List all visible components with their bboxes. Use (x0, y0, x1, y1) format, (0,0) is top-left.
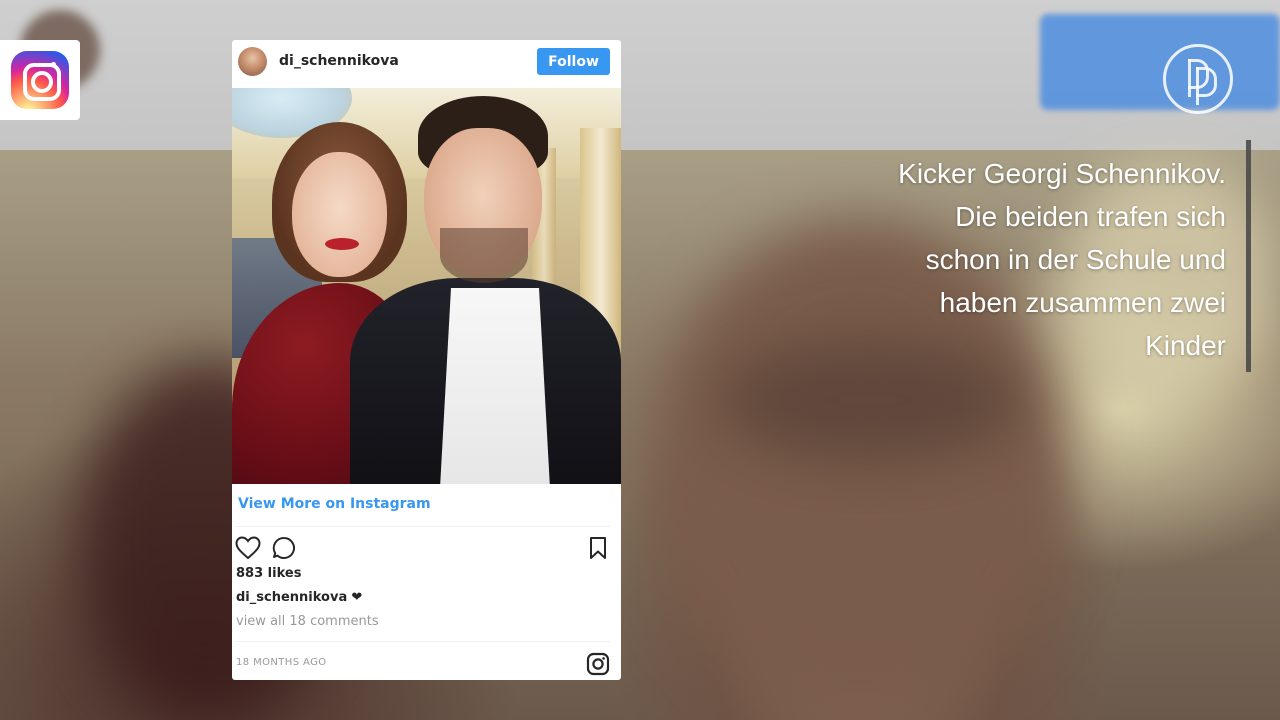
background-follow-ghost (1040, 14, 1280, 110)
divider (236, 641, 611, 642)
bookmark-icon[interactable] (584, 534, 612, 562)
follow-button[interactable]: Follow (537, 48, 610, 75)
embed-header: di_schennikova Follow (232, 40, 621, 88)
post-photo[interactable] (232, 88, 621, 484)
avatar[interactable] (238, 47, 267, 76)
view-more-link[interactable]: View More on Instagram (238, 496, 431, 512)
comment-icon[interactable] (270, 534, 298, 562)
caption-accent-bar (1246, 140, 1251, 372)
caption-username[interactable]: di_schennikova (236, 590, 347, 605)
instagram-logo-icon (11, 51, 69, 109)
video-caption: Kicker Georgi Schennikov. Die beiden tra… (846, 152, 1226, 367)
likes-count: 883 likes (236, 566, 302, 581)
username-link[interactable]: di_schennikova (279, 53, 399, 69)
caption-line: haben zusammen zwei (939, 287, 1226, 318)
post-actions (232, 534, 621, 564)
instagram-badge (0, 40, 80, 120)
instagram-embed-card: di_schennikova Follow View More on Insta… (232, 40, 621, 680)
divider (236, 526, 611, 527)
post-caption: di_schennikova ❤ (236, 590, 362, 605)
publisher-logo-icon (1163, 44, 1233, 114)
caption-line: Die beiden trafen sich (955, 201, 1226, 232)
instagram-glyph-icon[interactable] (586, 652, 610, 676)
view-comments-link[interactable]: view all 18 comments (236, 614, 379, 629)
heart-icon[interactable] (234, 534, 262, 562)
caption-line: schon in der Schule und (925, 244, 1226, 275)
caption-line: Kicker Georgi Schennikov. (898, 158, 1226, 189)
caption-line: Kinder (1145, 330, 1226, 361)
post-timestamp: 18 MONTHS AGO (236, 657, 327, 668)
caption-text: ❤ (351, 590, 363, 605)
